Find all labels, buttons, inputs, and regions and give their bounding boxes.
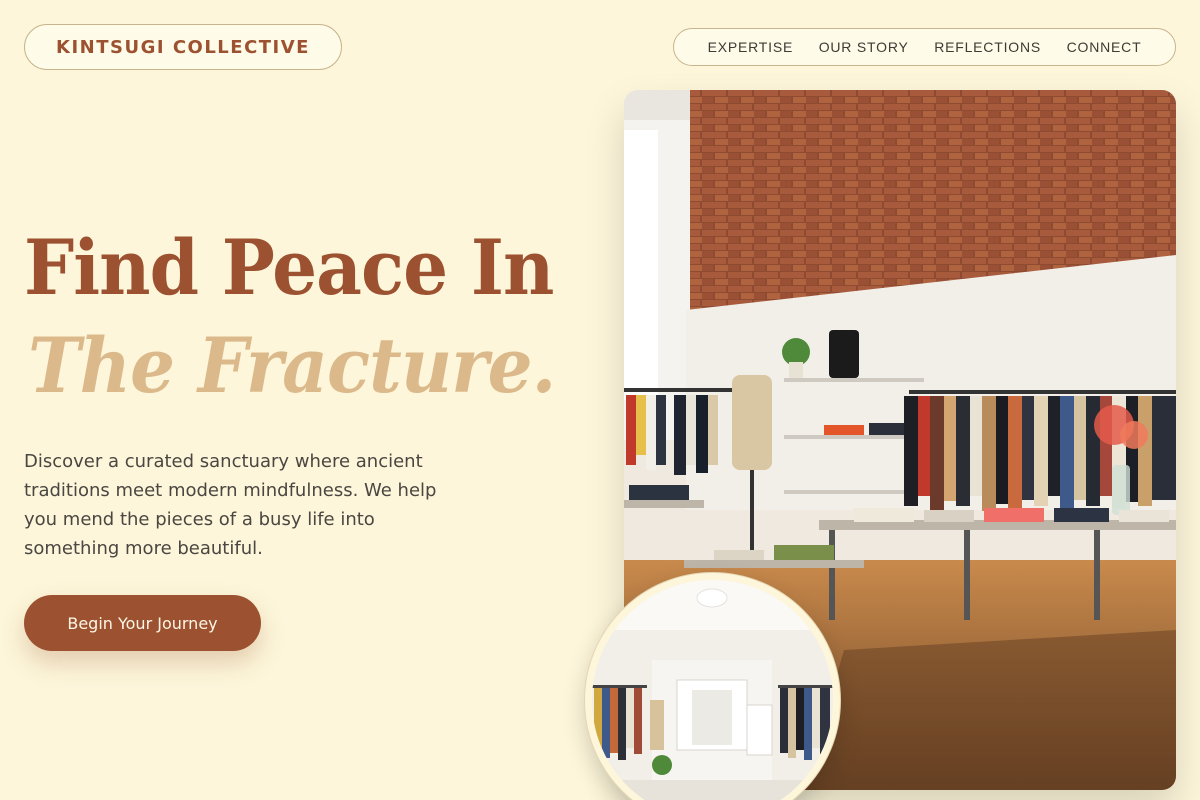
begin-journey-button[interactable]: Begin Your Journey <box>24 595 261 651</box>
nav-link-expertise[interactable]: EXPERTISE <box>708 39 794 55</box>
hero-description: Discover a curated sanctuary where ancie… <box>24 451 437 559</box>
nav-link-reflections[interactable]: REFLECTIONS <box>934 39 1041 55</box>
nav-link-our-story[interactable]: OUR STORY <box>819 39 909 55</box>
main-nav: EXPERTISE OUR STORY REFLECTIONS CONNECT <box>673 28 1176 66</box>
nav-link-connect[interactable]: CONNECT <box>1067 39 1142 55</box>
hero-title-line-2: The Fracture. <box>28 321 556 410</box>
brand-logo[interactable]: KINTSUGI COLLECTIVE <box>24 24 342 70</box>
hero-title-line-1: Find Peace In <box>24 223 554 312</box>
